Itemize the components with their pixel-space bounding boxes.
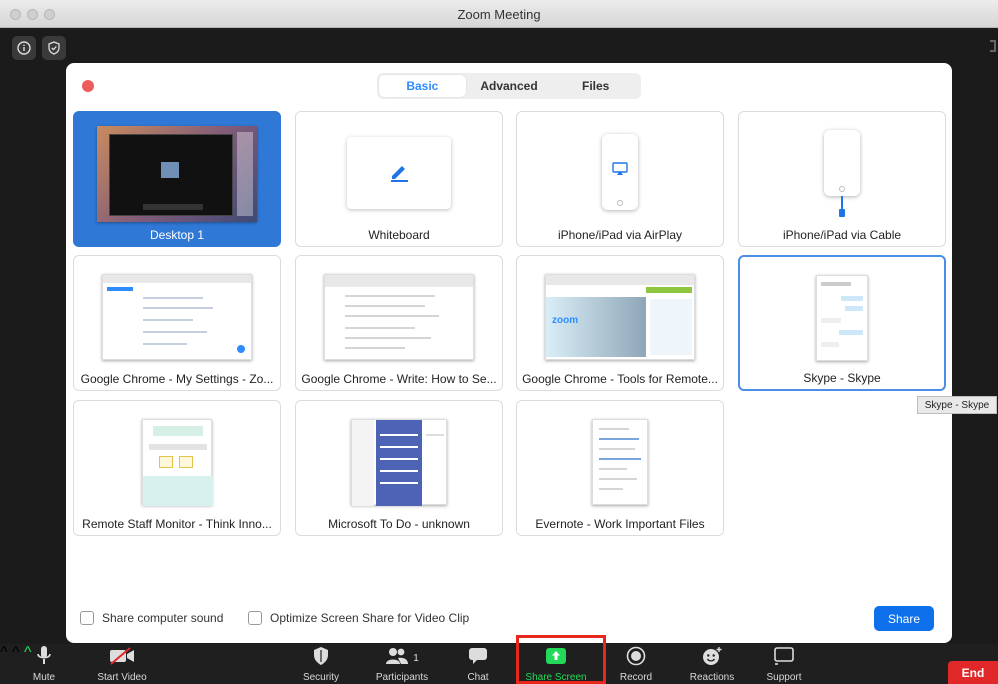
source-label: Remote Staff Monitor - Think Inno... bbox=[82, 517, 272, 531]
mute-label: Mute bbox=[32, 672, 56, 683]
tab-basic[interactable]: Basic bbox=[379, 75, 466, 97]
source-label: Skype - Skype bbox=[803, 371, 881, 385]
checkbox-box[interactable] bbox=[248, 611, 262, 625]
source-label: Whiteboard bbox=[368, 228, 430, 242]
window-preview bbox=[324, 274, 474, 360]
source-iphone-airplay[interactable]: iPhone/iPad via AirPlay bbox=[516, 111, 724, 247]
security-button[interactable]: Security bbox=[283, 646, 359, 684]
record-icon bbox=[626, 646, 646, 671]
start-video-button[interactable]: Start Video bbox=[84, 646, 160, 684]
phone-preview bbox=[602, 134, 638, 210]
support-button[interactable]: Support bbox=[746, 646, 822, 684]
optimize-video-label: Optimize Screen Share for Video Clip bbox=[270, 611, 470, 625]
source-chrome-tools-remote[interactable]: zoom Google Chrome - Tools for Remote... bbox=[516, 255, 724, 391]
participants-count: 1 bbox=[413, 652, 419, 664]
source-label: Google Chrome - Write: How to Se... bbox=[301, 372, 497, 386]
start-video-label: Start Video bbox=[97, 672, 147, 683]
phone-preview bbox=[824, 130, 860, 196]
share-sound-checkbox[interactable]: Share computer sound bbox=[80, 611, 223, 625]
window-preview bbox=[142, 419, 213, 506]
window-titlebar: Zoom Meeting bbox=[0, 0, 998, 28]
microphone-icon bbox=[36, 645, 52, 672]
share-button[interactable]: Share bbox=[874, 606, 934, 631]
security-label: Security bbox=[302, 672, 340, 683]
source-evernote[interactable]: Evernote - Work Important Files bbox=[516, 400, 724, 536]
source-label: Desktop 1 bbox=[149, 228, 205, 242]
chat-button[interactable]: Chat bbox=[440, 646, 516, 684]
record-label: Record bbox=[619, 672, 653, 683]
checkbox-box[interactable] bbox=[80, 611, 94, 625]
support-label: Support bbox=[766, 672, 802, 683]
window-preview: zoom bbox=[545, 274, 695, 360]
source-label: Evernote - Work Important Files bbox=[535, 517, 705, 531]
share-screen-dialog: Basic Advanced Files Desktop 1 Whiteboar… bbox=[66, 63, 952, 643]
source-desktop-1[interactable]: Desktop 1 bbox=[73, 111, 281, 247]
hover-tooltip: Skype - Skype bbox=[917, 396, 997, 414]
participants-button[interactable]: 1 Participants bbox=[364, 646, 440, 684]
chat-bubble-icon bbox=[468, 647, 488, 670]
source-label: Microsoft To Do - unknown bbox=[328, 517, 470, 531]
whiteboard-preview bbox=[347, 137, 451, 209]
source-label: iPhone/iPad via Cable bbox=[782, 228, 902, 242]
security-shield-icon bbox=[312, 646, 330, 671]
source-iphone-cable[interactable]: iPhone/iPad via Cable bbox=[738, 111, 946, 247]
tab-files[interactable]: Files bbox=[552, 75, 639, 97]
airplay-icon bbox=[612, 162, 628, 181]
mute-button[interactable]: Mute bbox=[6, 645, 82, 684]
window-preview bbox=[592, 419, 648, 505]
meeting-info-icon[interactable] bbox=[12, 36, 36, 60]
meeting-toolbar: Mute ^ Start Video ^ Security 1 Particip… bbox=[0, 644, 998, 684]
tab-advanced[interactable]: Advanced bbox=[466, 75, 553, 97]
desktop-preview bbox=[97, 126, 257, 222]
share-tabs: Basic Advanced Files bbox=[377, 73, 641, 99]
cable-icon bbox=[839, 196, 845, 218]
participants-icon bbox=[385, 647, 411, 670]
reactions-label: Reactions bbox=[689, 672, 735, 683]
source-remote-staff-monitor[interactable]: Remote Staff Monitor - Think Inno... bbox=[73, 400, 281, 536]
reactions-smiley-icon bbox=[701, 646, 723, 671]
dialog-footer: Share computer sound Optimize Screen Sha… bbox=[66, 595, 952, 643]
share-sound-label: Share computer sound bbox=[102, 611, 224, 625]
source-microsoft-todo[interactable]: Microsoft To Do - unknown bbox=[295, 400, 503, 536]
window-preview bbox=[351, 419, 447, 506]
window-preview bbox=[102, 274, 252, 360]
optimize-video-checkbox[interactable]: Optimize Screen Share for Video Clip bbox=[248, 611, 469, 625]
source-chrome-my-settings[interactable]: Google Chrome - My Settings - Zo... bbox=[73, 255, 281, 391]
close-dialog-button[interactable] bbox=[82, 80, 94, 92]
video-off-icon bbox=[108, 646, 136, 671]
end-meeting-button[interactable]: End bbox=[948, 661, 998, 684]
reactions-button[interactable]: Reactions bbox=[674, 646, 750, 684]
participants-label: Participants bbox=[375, 672, 429, 683]
source-label: Google Chrome - My Settings - Zo... bbox=[80, 372, 274, 386]
fullscreen-icon[interactable] bbox=[990, 40, 996, 52]
cast-screen-icon bbox=[773, 646, 795, 670]
pencil-icon bbox=[387, 159, 411, 188]
window-preview bbox=[816, 275, 868, 361]
source-label: iPhone/iPad via AirPlay bbox=[557, 228, 683, 242]
share-screen-highlight bbox=[516, 635, 606, 684]
source-label: Google Chrome - Tools for Remote... bbox=[522, 372, 718, 386]
chat-label: Chat bbox=[467, 672, 489, 683]
source-chrome-write[interactable]: Google Chrome - Write: How to Se... bbox=[295, 255, 503, 391]
source-skype[interactable]: Skype - Skype bbox=[738, 255, 946, 391]
window-title: Zoom Meeting bbox=[457, 7, 541, 22]
source-whiteboard[interactable]: Whiteboard bbox=[295, 111, 503, 247]
encryption-shield-icon[interactable] bbox=[42, 36, 66, 60]
record-button[interactable]: Record bbox=[598, 646, 674, 684]
